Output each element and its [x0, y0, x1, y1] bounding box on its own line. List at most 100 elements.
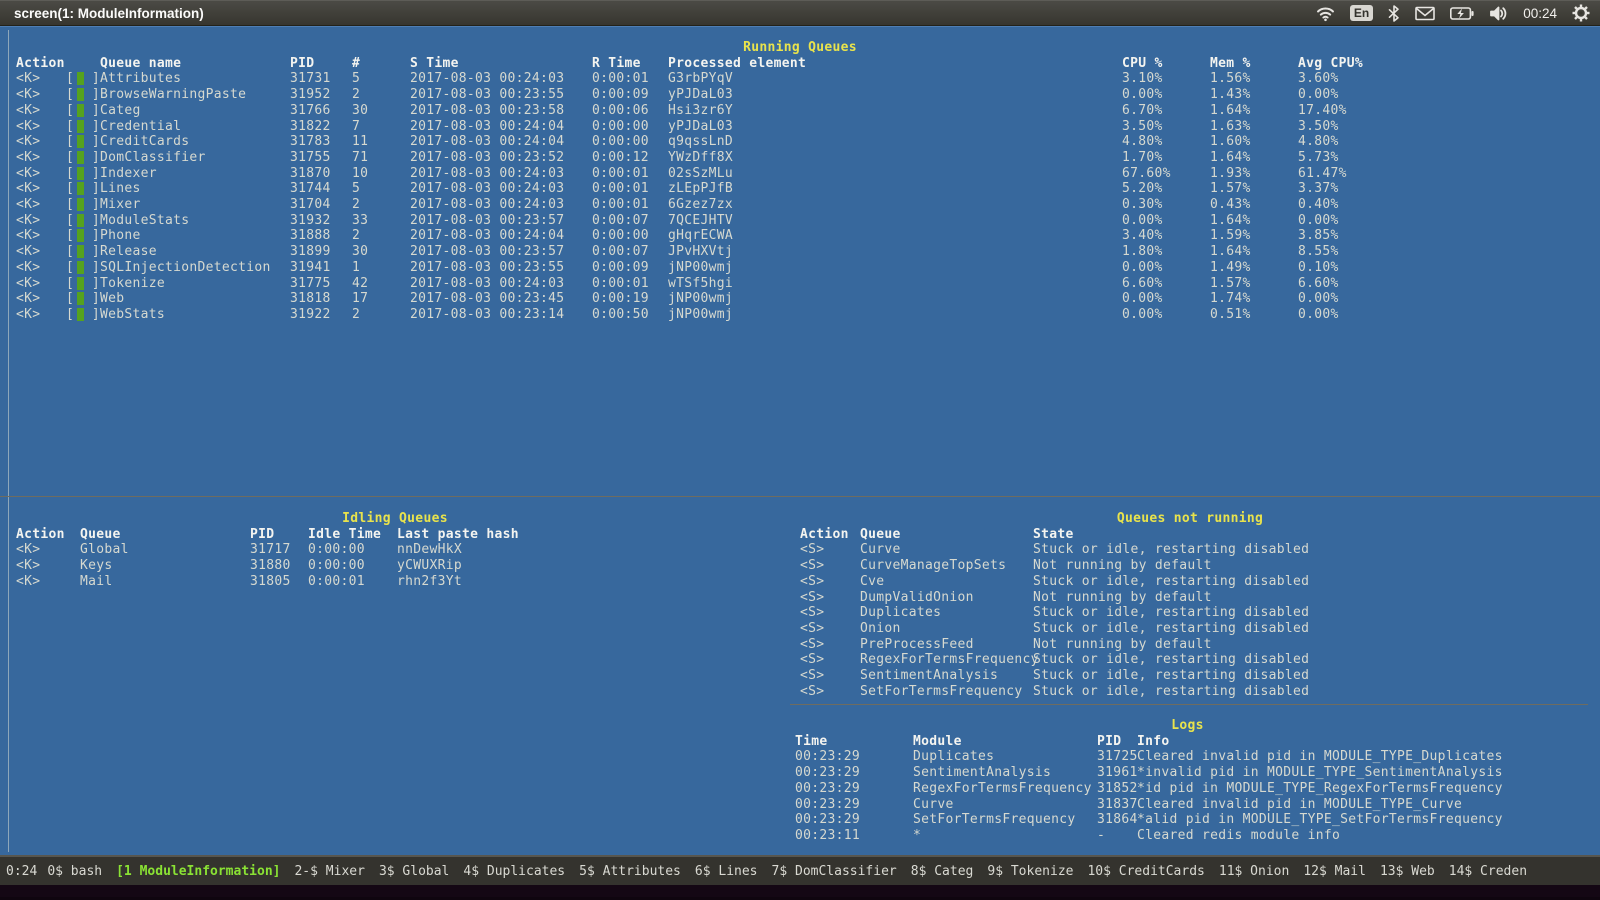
cell-avg-cpu: 0.00%: [1298, 87, 1600, 103]
cell-module: RegexForTermsFrequency: [913, 781, 1097, 797]
running-queues-title: Running Queues: [0, 40, 1600, 56]
col-avg-cpu: Avg CPU%: [1298, 56, 1600, 72]
gauge-bar: [77, 88, 84, 101]
cell-module: Duplicates: [913, 749, 1097, 765]
cell-pid: 31766: [290, 103, 352, 119]
col-queue: Queue: [860, 527, 1033, 543]
cell-state: Stuck or idle, restarting disabled: [1033, 542, 1580, 558]
cell-mem: 1.63%: [1210, 119, 1298, 135]
queues-not-running-rows: <S> Curve Stuck or idle, restarting disa…: [800, 542, 1580, 699]
cell-processed: YWzDff8X: [668, 150, 1122, 166]
table-row: <K> BrowseWarningPaste 31952 2 2017-08-0…: [0, 87, 1600, 103]
cell-cpu: 0.00%: [1122, 260, 1210, 276]
window-tab: 7$ DomClassifier: [772, 864, 897, 879]
cell-processed: gHqrECWA: [668, 228, 1122, 244]
cell-queue: Cve: [860, 574, 1033, 590]
table-row: <K> CreditCards 31783 11 2017-08-03 00:2…: [0, 134, 1600, 150]
cell-queue: Lines: [100, 181, 290, 197]
cell-mem: 1.74%: [1210, 291, 1298, 307]
systray-clock[interactable]: 00:24: [1523, 6, 1557, 21]
cell-action: <K>: [16, 260, 66, 276]
cell-s-time: 2017-08-03 00:24:03: [410, 166, 592, 182]
cell-count: 5: [352, 181, 410, 197]
cell-time: 00:23:29: [795, 749, 913, 765]
cell-info: *alid pid in MODULE_TYPE_SetForTermsFreq…: [1137, 812, 1580, 828]
cell-queue: RegexForTermsFrequency: [860, 652, 1033, 668]
gauge-bar: [77, 182, 84, 195]
logs-title: Logs: [795, 718, 1580, 734]
cell-action: <S>: [800, 621, 860, 637]
cell-cpu: 0.00%: [1122, 291, 1210, 307]
cell-action: <S>: [800, 652, 860, 668]
cell-info: *id pid in MODULE_TYPE_RegexForTermsFreq…: [1137, 781, 1580, 797]
cell-cpu: 0.00%: [1122, 307, 1210, 323]
gauge-bar: [77, 104, 84, 117]
cell-time: 00:23:29: [795, 781, 913, 797]
battery-charging-icon[interactable]: [1450, 7, 1474, 20]
section-divider: [0, 496, 1600, 497]
cell-s-time: 2017-08-03 00:24:04: [410, 134, 592, 150]
cell-queue: Curve: [860, 542, 1033, 558]
cell-r-time: 0:00:06: [592, 103, 668, 119]
cell-count: 71: [352, 150, 410, 166]
cell-r-time: 0:00:01: [592, 276, 668, 292]
col-time: Time: [795, 734, 913, 750]
cell-pid: 31822: [290, 119, 352, 135]
statusbar-window-list: 0$ bash[1 ModuleInformation]2-$ Mixer3$ …: [47, 864, 1527, 879]
queue-load-gauge: [66, 291, 100, 307]
idling-queues-title: Idling Queues: [0, 511, 790, 527]
window-tab: 10$ CreditCards: [1087, 864, 1204, 879]
section-running-queues: Running Queues Action Queue name PID # S…: [0, 40, 1600, 323]
cell-queue: Keys: [80, 558, 250, 574]
cell-queue: Mail: [80, 574, 250, 590]
gauge-bar: [77, 261, 84, 274]
cell-action: <K>: [16, 244, 66, 260]
table-row: <S> SentimentAnalysis Stuck or idle, res…: [800, 668, 1580, 684]
cell-action: <S>: [800, 558, 860, 574]
cell-action: <K>: [16, 291, 66, 307]
cell-pid: 31922: [290, 307, 352, 323]
cell-s-time: 2017-08-03 00:24:03: [410, 197, 592, 213]
cell-s-time: 2017-08-03 00:23:58: [410, 103, 592, 119]
cell-r-time: 0:00:50: [592, 307, 668, 323]
running-queues-rows: <K> Attributes 31731 5 2017-08-03 00:24:…: [0, 71, 1600, 322]
cell-processed: jNP00wmj: [668, 260, 1122, 276]
settings-gear-icon[interactable]: [1572, 4, 1590, 22]
cell-cpu: 0.00%: [1122, 213, 1210, 229]
wifi-icon[interactable]: [1316, 5, 1335, 22]
table-row: <S> Duplicates Stuck or idle, restarting…: [800, 605, 1580, 621]
cell-avg-cpu: 0.00%: [1298, 291, 1600, 307]
cell-cpu: 6.70%: [1122, 103, 1210, 119]
cell-queue: Web: [100, 291, 290, 307]
cell-idle-time: 0:00:00: [308, 558, 397, 574]
cell-processed: jNP00wmj: [668, 307, 1122, 323]
gauge-bar: [77, 214, 84, 227]
queue-load-gauge: [66, 103, 100, 119]
terminal-screen[interactable]: Running Queues Action Queue name PID # S…: [0, 26, 1600, 857]
cell-queue: Phone: [100, 228, 290, 244]
queue-load-gauge: [66, 134, 100, 150]
table-row: <K> Mixer 31704 2 2017-08-03 00:24:03 0:…: [0, 197, 1600, 213]
window-tab: 6$ Lines: [695, 864, 758, 879]
cell-state: Stuck or idle, restarting disabled: [1033, 605, 1580, 621]
gauge-bar: [77, 135, 84, 148]
cell-avg-cpu: 0.10%: [1298, 260, 1600, 276]
col-count: #: [352, 56, 410, 72]
queue-load-gauge: [66, 307, 100, 323]
cell-action: <K>: [16, 150, 66, 166]
logs-rows: 00:23:29 Duplicates 31725 Cleared invali…: [795, 749, 1580, 843]
cell-pid: 31805: [250, 574, 308, 590]
keyboard-layout-badge[interactable]: En: [1350, 5, 1373, 21]
window-tab: 8$ Categ: [911, 864, 974, 879]
table-row: <K> Credential 31822 7 2017-08-03 00:24:…: [0, 119, 1600, 135]
cell-queue: Tokenize: [100, 276, 290, 292]
cell-avg-cpu: 0.40%: [1298, 197, 1600, 213]
cell-s-time: 2017-08-03 00:24:03: [410, 71, 592, 87]
mail-icon[interactable]: [1415, 6, 1435, 21]
bluetooth-icon[interactable]: [1388, 5, 1400, 22]
cell-action: <K>: [16, 87, 66, 103]
cell-action: <S>: [800, 605, 860, 621]
volume-icon[interactable]: [1489, 5, 1508, 22]
logs-header-row: Time Module PID Info: [795, 734, 1580, 750]
cell-action: <S>: [800, 542, 860, 558]
